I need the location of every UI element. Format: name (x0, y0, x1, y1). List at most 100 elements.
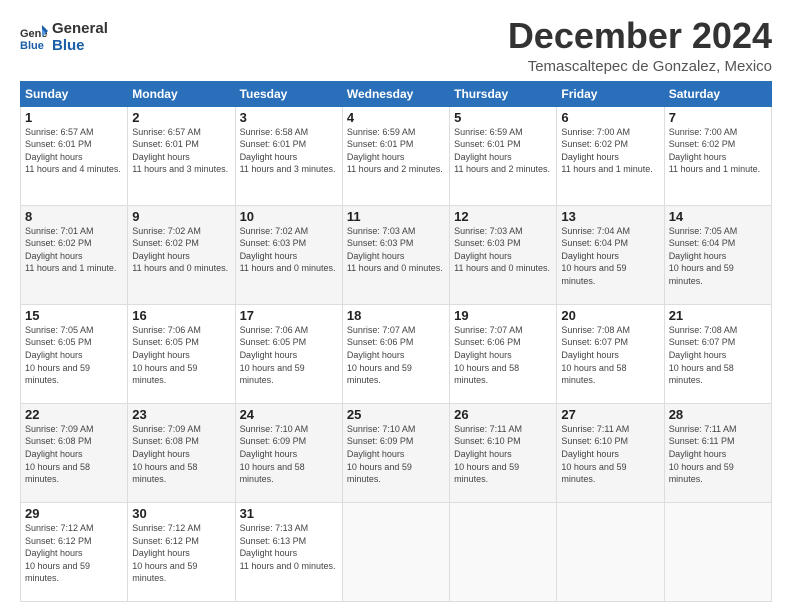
day-info: Sunrise: 7:07 AMSunset: 6:06 PMDaylight … (347, 325, 416, 385)
calendar-row: 15 Sunrise: 7:05 AMSunset: 6:05 PMDaylig… (21, 304, 772, 403)
day-info: Sunrise: 7:05 AMSunset: 6:04 PMDaylight … (669, 226, 738, 286)
col-friday: Friday (557, 81, 664, 106)
day-number: 31 (240, 506, 338, 521)
table-row: 31 Sunrise: 7:13 AMSunset: 6:13 PMDaylig… (235, 502, 342, 601)
col-sunday: Sunday (21, 81, 128, 106)
col-wednesday: Wednesday (342, 81, 449, 106)
day-info: Sunrise: 7:04 AMSunset: 6:04 PMDaylight … (561, 226, 630, 286)
table-row: 9 Sunrise: 7:02 AMSunset: 6:02 PMDayligh… (128, 205, 235, 304)
day-number: 30 (132, 506, 230, 521)
day-number: 10 (240, 209, 338, 224)
table-row: 25 Sunrise: 7:10 AMSunset: 6:09 PMDaylig… (342, 403, 449, 502)
table-row: 1 Sunrise: 6:57 AMSunset: 6:01 PMDayligh… (21, 106, 128, 205)
day-info: Sunrise: 7:06 AMSunset: 6:05 PMDaylight … (240, 325, 309, 385)
table-row: 13 Sunrise: 7:04 AMSunset: 6:04 PMDaylig… (557, 205, 664, 304)
day-info: Sunrise: 7:10 AMSunset: 6:09 PMDaylight … (347, 424, 416, 484)
calendar-header-row: Sunday Monday Tuesday Wednesday Thursday… (21, 81, 772, 106)
day-info: Sunrise: 6:59 AMSunset: 6:01 PMDaylight … (454, 127, 550, 175)
table-row (557, 502, 664, 601)
table-row: 6 Sunrise: 7:00 AMSunset: 6:02 PMDayligh… (557, 106, 664, 205)
day-info: Sunrise: 7:06 AMSunset: 6:05 PMDaylight … (132, 325, 201, 385)
table-row: 2 Sunrise: 6:57 AMSunset: 6:01 PMDayligh… (128, 106, 235, 205)
table-row: 30 Sunrise: 7:12 AMSunset: 6:12 PMDaylig… (128, 502, 235, 601)
month-title: December 2024 (508, 16, 772, 56)
table-row (450, 502, 557, 601)
day-info: Sunrise: 7:03 AMSunset: 6:03 PMDaylight … (347, 226, 443, 274)
day-info: Sunrise: 6:59 AMSunset: 6:01 PMDaylight … (347, 127, 443, 175)
table-row: 22 Sunrise: 7:09 AMSunset: 6:08 PMDaylig… (21, 403, 128, 502)
day-info: Sunrise: 7:12 AMSunset: 6:12 PMDaylight … (25, 523, 94, 583)
day-number: 25 (347, 407, 445, 422)
day-number: 8 (25, 209, 123, 224)
table-row: 19 Sunrise: 7:07 AMSunset: 6:06 PMDaylig… (450, 304, 557, 403)
table-row: 4 Sunrise: 6:59 AMSunset: 6:01 PMDayligh… (342, 106, 449, 205)
day-number: 16 (132, 308, 230, 323)
title-block: December 2024 Temascaltepec de Gonzalez,… (508, 16, 772, 75)
day-info: Sunrise: 7:05 AMSunset: 6:05 PMDaylight … (25, 325, 94, 385)
table-row: 18 Sunrise: 7:07 AMSunset: 6:06 PMDaylig… (342, 304, 449, 403)
table-row: 10 Sunrise: 7:02 AMSunset: 6:03 PMDaylig… (235, 205, 342, 304)
day-number: 6 (561, 110, 659, 125)
day-number: 7 (669, 110, 767, 125)
day-number: 21 (669, 308, 767, 323)
table-row: 27 Sunrise: 7:11 AMSunset: 6:10 PMDaylig… (557, 403, 664, 502)
table-row: 14 Sunrise: 7:05 AMSunset: 6:04 PMDaylig… (664, 205, 771, 304)
day-info: Sunrise: 7:03 AMSunset: 6:03 PMDaylight … (454, 226, 550, 274)
day-info: Sunrise: 7:11 AMSunset: 6:10 PMDaylight … (454, 424, 522, 484)
col-tuesday: Tuesday (235, 81, 342, 106)
table-row: 8 Sunrise: 7:01 AMSunset: 6:02 PMDayligh… (21, 205, 128, 304)
day-info: Sunrise: 7:02 AMSunset: 6:03 PMDaylight … (240, 226, 336, 274)
table-row: 23 Sunrise: 7:09 AMSunset: 6:08 PMDaylig… (128, 403, 235, 502)
day-info: Sunrise: 7:09 AMSunset: 6:08 PMDaylight … (25, 424, 94, 484)
table-row: 28 Sunrise: 7:11 AMSunset: 6:11 PMDaylig… (664, 403, 771, 502)
logo-line1: General (52, 20, 108, 37)
calendar-table: Sunday Monday Tuesday Wednesday Thursday… (20, 81, 772, 602)
general-blue-logo-icon: General Blue (20, 23, 48, 51)
table-row: 15 Sunrise: 7:05 AMSunset: 6:05 PMDaylig… (21, 304, 128, 403)
day-info: Sunrise: 7:13 AMSunset: 6:13 PMDaylight … (240, 523, 336, 571)
table-row: 7 Sunrise: 7:00 AMSunset: 6:02 PMDayligh… (664, 106, 771, 205)
col-saturday: Saturday (664, 81, 771, 106)
day-number: 1 (25, 110, 123, 125)
day-info: Sunrise: 6:57 AMSunset: 6:01 PMDaylight … (132, 127, 228, 175)
day-number: 17 (240, 308, 338, 323)
calendar-row: 8 Sunrise: 7:01 AMSunset: 6:02 PMDayligh… (21, 205, 772, 304)
day-info: Sunrise: 7:11 AMSunset: 6:11 PMDaylight … (669, 424, 737, 484)
day-info: Sunrise: 7:02 AMSunset: 6:02 PMDaylight … (132, 226, 228, 274)
day-number: 13 (561, 209, 659, 224)
day-info: Sunrise: 7:00 AMSunset: 6:02 PMDaylight … (561, 127, 652, 175)
day-info: Sunrise: 7:08 AMSunset: 6:07 PMDaylight … (669, 325, 738, 385)
day-number: 9 (132, 209, 230, 224)
day-info: Sunrise: 7:08 AMSunset: 6:07 PMDaylight … (561, 325, 630, 385)
logo-line2: Blue (52, 37, 108, 54)
day-number: 24 (240, 407, 338, 422)
day-number: 4 (347, 110, 445, 125)
day-number: 28 (669, 407, 767, 422)
table-row: 26 Sunrise: 7:11 AMSunset: 6:10 PMDaylig… (450, 403, 557, 502)
day-number: 27 (561, 407, 659, 422)
location-title: Temascaltepec de Gonzalez, Mexico (508, 58, 772, 75)
calendar-row: 1 Sunrise: 6:57 AMSunset: 6:01 PMDayligh… (21, 106, 772, 205)
day-info: Sunrise: 7:09 AMSunset: 6:08 PMDaylight … (132, 424, 201, 484)
col-thursday: Thursday (450, 81, 557, 106)
day-number: 29 (25, 506, 123, 521)
day-number: 18 (347, 308, 445, 323)
calendar-row: 22 Sunrise: 7:09 AMSunset: 6:08 PMDaylig… (21, 403, 772, 502)
day-number: 5 (454, 110, 552, 125)
day-number: 11 (347, 209, 445, 224)
page: General Blue General Blue December 2024 … (0, 0, 792, 612)
day-number: 3 (240, 110, 338, 125)
day-number: 19 (454, 308, 552, 323)
day-number: 26 (454, 407, 552, 422)
day-number: 23 (132, 407, 230, 422)
day-info: Sunrise: 7:07 AMSunset: 6:06 PMDaylight … (454, 325, 523, 385)
day-info: Sunrise: 6:57 AMSunset: 6:01 PMDaylight … (25, 127, 121, 175)
svg-text:Blue: Blue (20, 40, 44, 51)
table-row: 3 Sunrise: 6:58 AMSunset: 6:01 PMDayligh… (235, 106, 342, 205)
day-number: 15 (25, 308, 123, 323)
calendar-row: 29 Sunrise: 7:12 AMSunset: 6:12 PMDaylig… (21, 502, 772, 601)
table-row: 11 Sunrise: 7:03 AMSunset: 6:03 PMDaylig… (342, 205, 449, 304)
day-info: Sunrise: 7:01 AMSunset: 6:02 PMDaylight … (25, 226, 116, 274)
table-row: 5 Sunrise: 6:59 AMSunset: 6:01 PMDayligh… (450, 106, 557, 205)
day-info: Sunrise: 7:10 AMSunset: 6:09 PMDaylight … (240, 424, 309, 484)
